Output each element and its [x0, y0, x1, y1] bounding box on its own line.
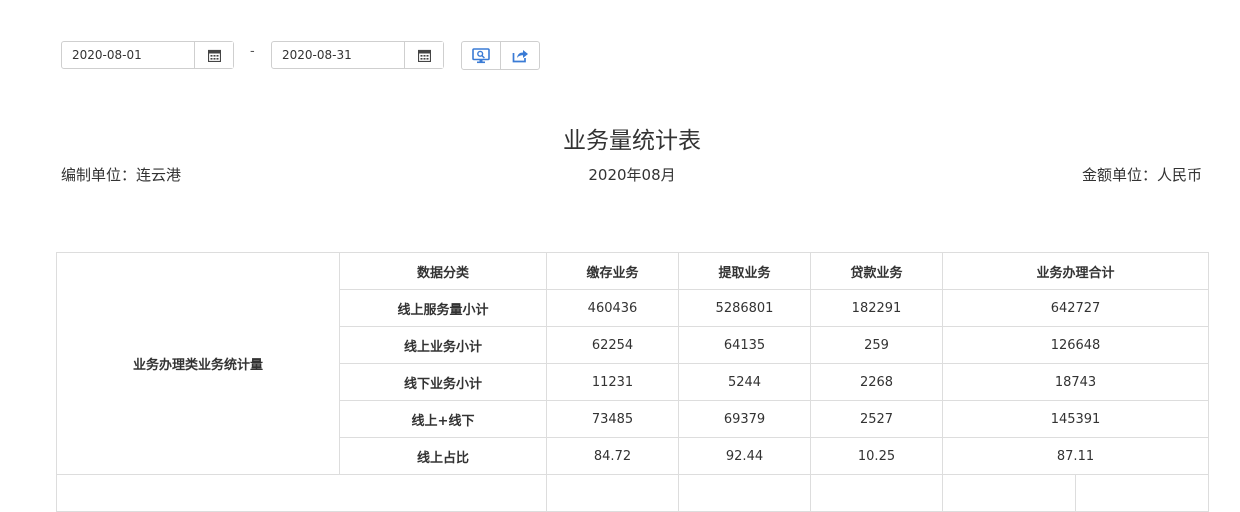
table-cell: 64135: [678, 326, 811, 364]
table-cell: 92.44: [678, 437, 811, 475]
toolbar-button-group: [461, 41, 540, 70]
table-cell: 73485: [546, 400, 679, 438]
table-cell: 5286801: [678, 289, 811, 327]
start-date-value[interactable]: 2020-08-01: [62, 42, 194, 68]
table-cell: 2527: [810, 400, 943, 438]
table-cell: 18743: [941, 363, 1210, 401]
start-date-field[interactable]: 2020-08-01: [61, 41, 234, 69]
calendar-icon: [207, 49, 221, 62]
start-calendar-button[interactable]: [194, 42, 233, 68]
end-calendar-button[interactable]: [404, 42, 443, 68]
currency-unit: 金额单位：人民币: [1081, 166, 1202, 184]
table-cell-empty: [810, 474, 943, 512]
monitor-search-icon: [472, 47, 490, 63]
end-date-value[interactable]: 2020-08-31: [272, 42, 404, 68]
table-cell: 259: [810, 326, 943, 364]
table-cell: 642727: [941, 289, 1210, 327]
end-date-field[interactable]: 2020-08-31: [271, 41, 444, 69]
table-header-row: 业务办理类业务统计量 数据分类 缴存业务 提取业务 贷款业务 业务办理合计: [56, 252, 1210, 475]
table-cell-empty: [56, 474, 547, 512]
table-header: 缴存业务: [546, 252, 679, 290]
table-cell: 87.11: [941, 437, 1210, 475]
table-cell-empty: [678, 474, 811, 512]
row-label: 线上占比: [339, 437, 547, 475]
table-row-partial: [56, 474, 1210, 512]
table-cell: 460436: [546, 289, 679, 327]
table-header: 业务办理合计: [941, 252, 1210, 290]
report-period: 2020年08月: [588, 166, 676, 184]
query-button[interactable]: [462, 42, 500, 69]
table-cell: 126648: [941, 326, 1210, 364]
table-header: 数据分类: [339, 252, 547, 290]
group-label: 业务办理类业务统计量: [56, 252, 340, 475]
share-export-icon: [512, 50, 528, 63]
table-header: 提取业务: [678, 252, 811, 290]
table-cell: 2268: [810, 363, 943, 401]
table-cell-empty: [942, 474, 1076, 512]
export-button[interactable]: [500, 42, 539, 69]
row-label: 线下业务小计: [339, 363, 547, 401]
table-cell: 11231: [546, 363, 679, 401]
report-title: 业务量统计表: [563, 128, 701, 154]
row-label: 线上服务量小计: [339, 289, 547, 327]
row-label: 线上业务小计: [339, 326, 547, 364]
table-cell-empty: [1074, 474, 1210, 512]
date-range-separator: -: [250, 44, 255, 59]
table-cell: 62254: [546, 326, 679, 364]
table-cell: 69379: [678, 400, 811, 438]
table-cell: 182291: [810, 289, 943, 327]
statistics-table: 业务办理类业务统计量 数据分类 缴存业务 提取业务 贷款业务 业务办理合计 线上…: [56, 252, 1210, 512]
table-cell: 5244: [678, 363, 811, 401]
table-cell: 10.25: [810, 437, 943, 475]
table-cell: 145391: [941, 400, 1210, 438]
table-cell: 84.72: [546, 437, 679, 475]
table-cell-empty: [546, 474, 679, 512]
row-label: 线上+线下: [339, 400, 547, 438]
calendar-icon: [417, 49, 431, 62]
table-header: 贷款业务: [810, 252, 943, 290]
